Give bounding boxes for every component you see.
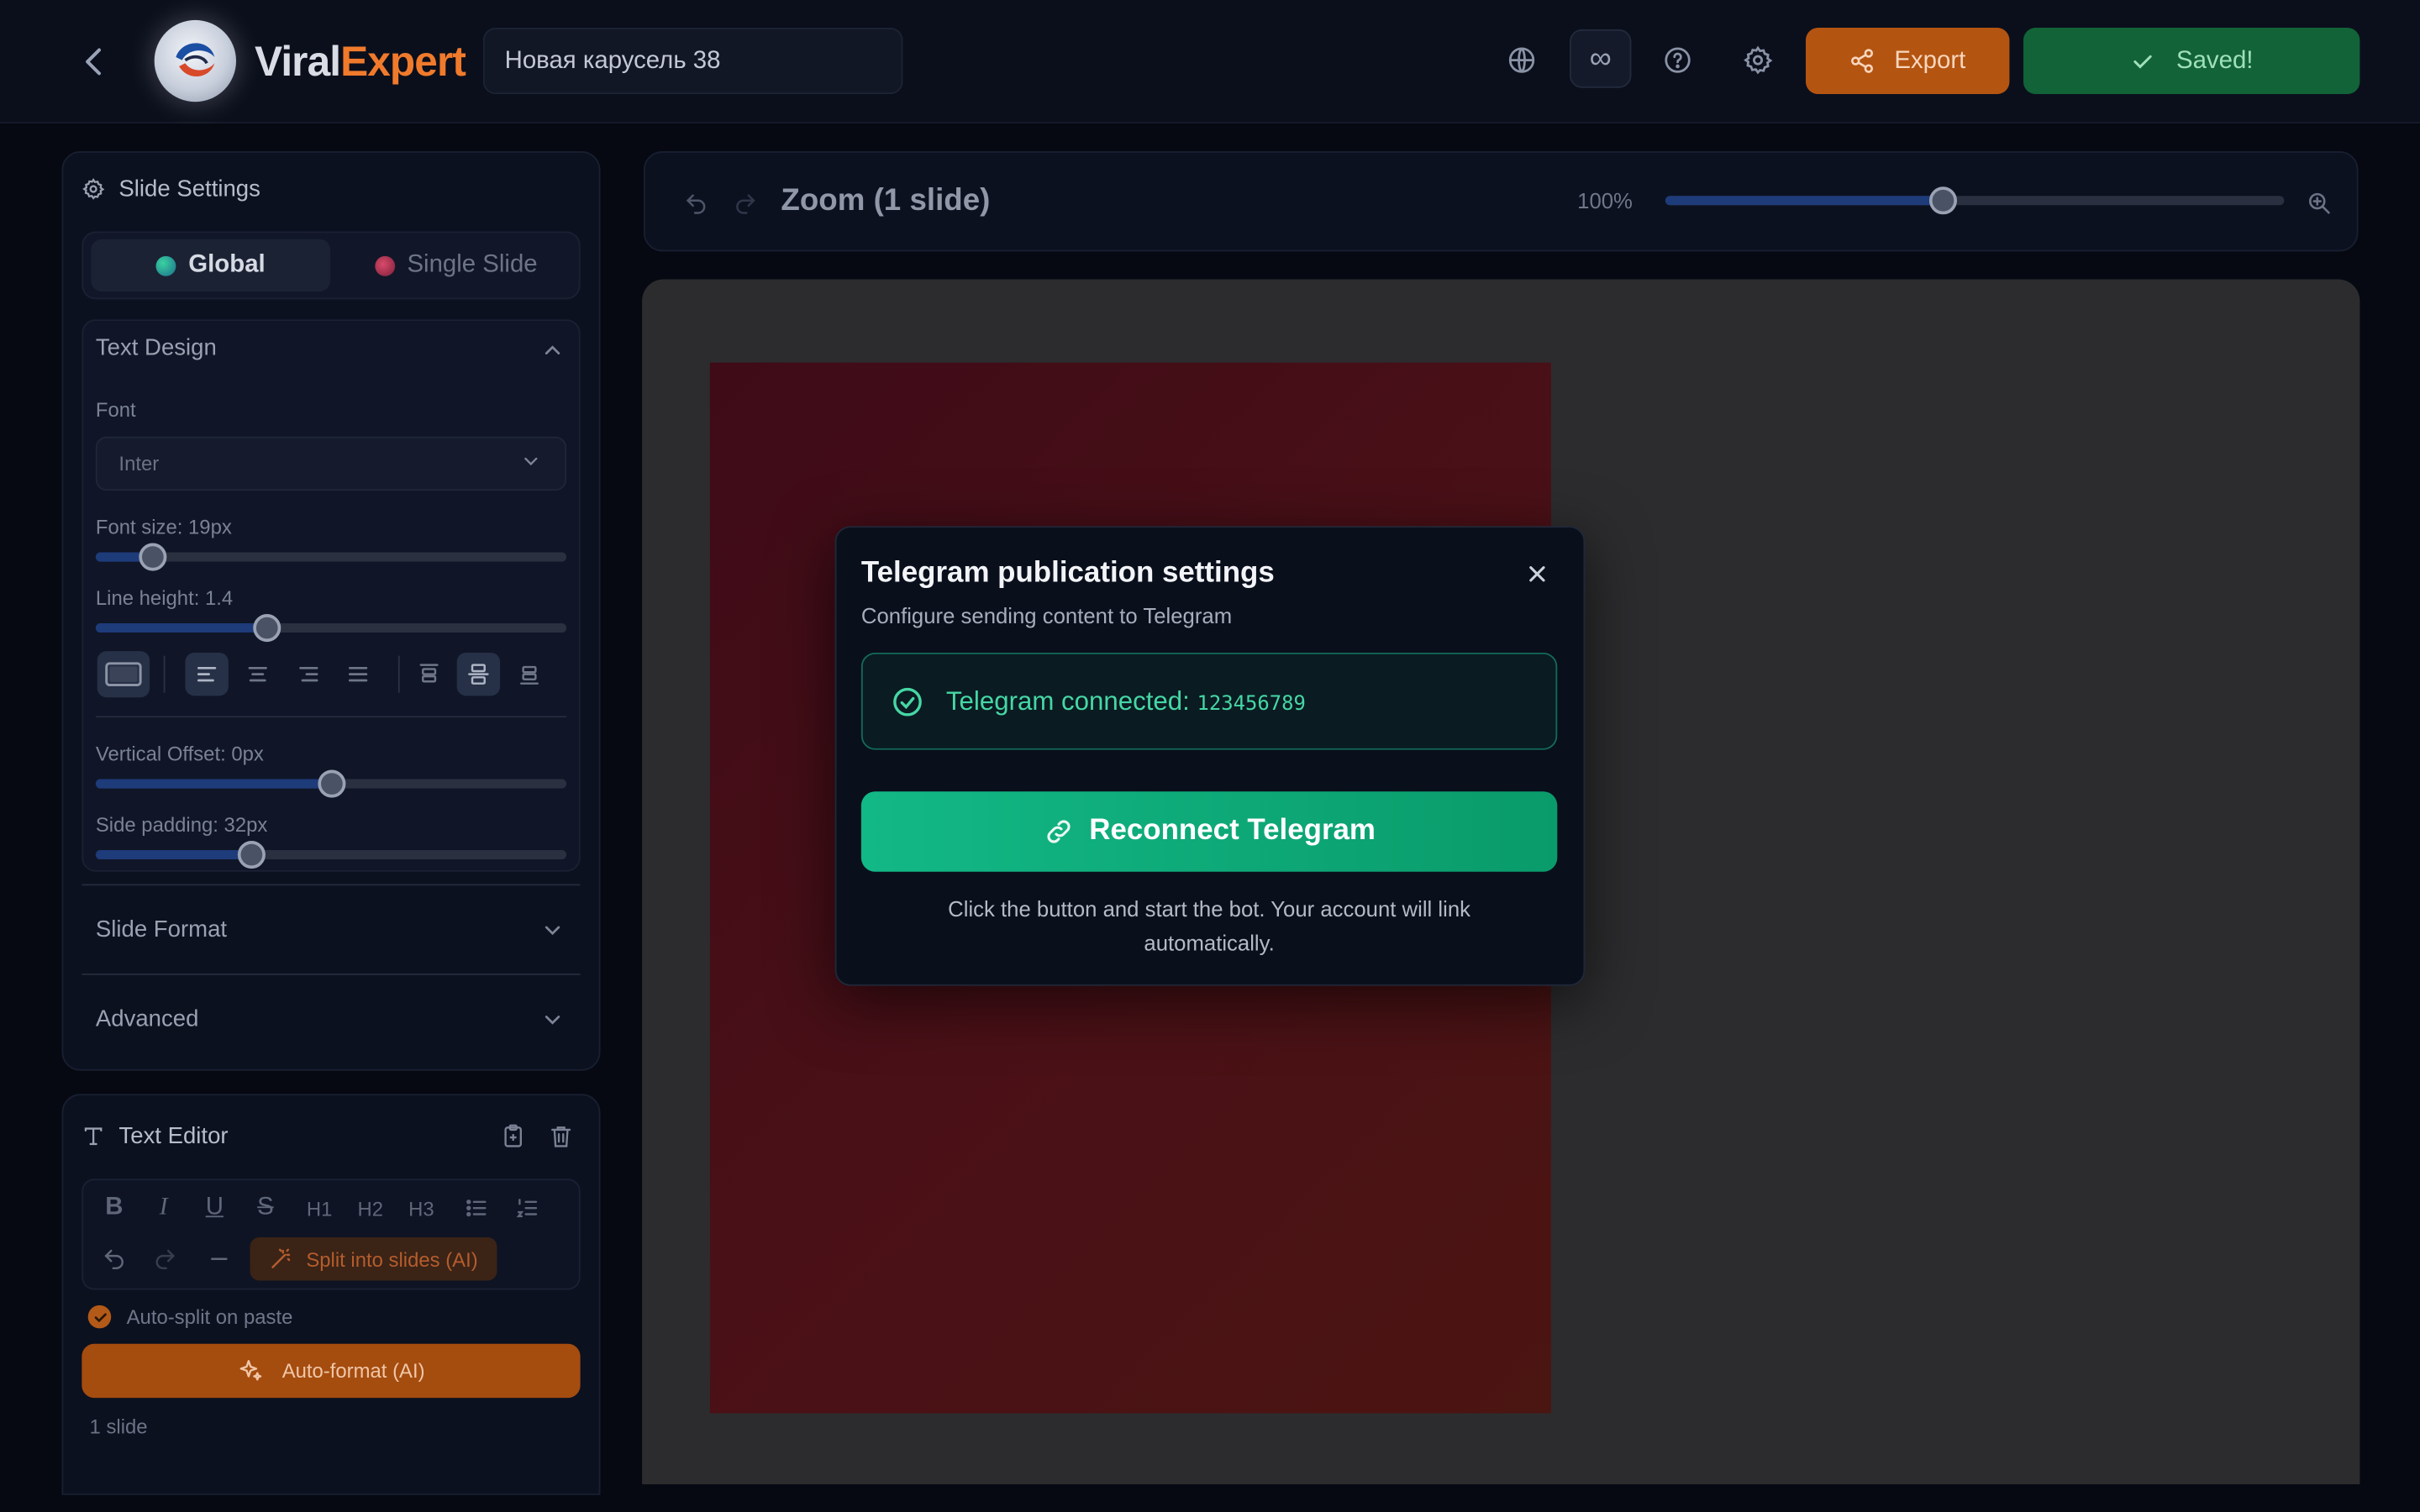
advanced-title[interactable]: Advanced [96,1006,199,1032]
globe-icon[interactable] [1500,39,1543,81]
text-editor-title: Text Editor [82,1120,229,1151]
side-padding-slider[interactable] [95,841,567,869]
reconnect-telegram-button[interactable]: Reconnect Telegram [860,791,1558,872]
numbered-list-icon[interactable] [511,1191,544,1225]
slider-thumb[interactable] [1928,186,1957,215]
vertical-offset-label: Vertical Offset: 0px [95,742,264,766]
auto-format-button[interactable]: Auto-format (AI) [82,1343,581,1399]
export-button[interactable]: Export [1805,28,2010,95]
font-size-slider[interactable] [95,543,567,571]
line-height-slider[interactable] [95,614,567,643]
side-padding-label: Side padding: 32px [95,812,268,837]
bullet-list-icon[interactable] [460,1191,493,1225]
underline-icon[interactable]: U [197,1191,231,1225]
align-right-icon[interactable] [287,653,330,696]
divider [82,884,581,886]
redo-icon[interactable] [729,186,762,220]
telegram-connected-status: Telegram connected: 123456789 [860,652,1558,750]
undo-icon[interactable] [679,186,713,220]
text-design-title[interactable]: Text Design [96,335,217,361]
heading2-icon[interactable]: H2 [354,1191,387,1225]
checkmark-icon [87,1305,112,1329]
check-icon [2133,54,2152,68]
gear-icon [82,177,105,199]
strikethrough-icon[interactable]: S [249,1191,282,1225]
connected-label: Telegram connected: 123456789 [945,685,1306,716]
tab-single-slide[interactable]: Single Slide [336,239,576,291]
connected-id: 123456789 [1197,691,1306,716]
slider-thumb[interactable] [318,769,346,798]
share-icon [1851,49,1874,73]
logo-icon [154,19,237,102]
auto-split-checkbox[interactable]: Auto-split on paste [87,1305,292,1329]
project-title-input[interactable]: Новая карусель 38 [482,28,903,95]
slider-fill [95,850,252,860]
infinity-icon: ∞ [1589,40,1612,76]
slider-fill [95,779,332,789]
zoom-title: Zoom (1 slide) [781,183,991,218]
zoom-slider[interactable] [1665,186,2285,215]
slide-count: 1 slide [89,1415,148,1438]
infinity-button[interactable]: ∞ [1569,29,1632,88]
chevron-down-icon[interactable] [540,918,565,942]
slide-settings-title: Slide Settings [82,173,260,204]
text-box-toggle[interactable] [97,651,150,698]
divider [163,655,166,693]
chevron-down-icon [520,450,544,475]
slider-thumb[interactable] [237,841,266,869]
font-select[interactable]: Inter [95,436,567,491]
bold-icon[interactable]: B [97,1191,131,1225]
slide-format-title[interactable]: Slide Format [96,916,227,942]
zoom-level: 100% [1577,188,1633,213]
line-height-label: Line height: 1.4 [95,585,234,610]
chevron-down-icon[interactable] [540,1007,565,1032]
divider [82,973,581,975]
tab-global[interactable]: Global [91,239,331,292]
heading1-icon[interactable]: H1 [302,1191,336,1225]
slider-fill [95,623,267,633]
back-arrow-icon[interactable] [74,42,114,82]
slider-thumb[interactable] [139,543,167,571]
split-into-slides-button[interactable]: Split into slides (AI) [250,1237,497,1281]
divider [95,716,567,718]
close-icon[interactable] [1522,559,1553,590]
undo-icon[interactable] [97,1242,131,1276]
paste-clipboard-icon[interactable] [496,1119,529,1152]
gear-icon[interactable] [1736,39,1779,81]
heading3-icon[interactable]: H3 [404,1191,438,1225]
redo-icon[interactable] [148,1242,182,1276]
magic-wand-icon [271,1248,291,1268]
valign-bottom-icon[interactable] [508,653,550,696]
help-icon[interactable] [1656,39,1699,81]
chevron-up-icon[interactable] [540,338,565,362]
export-label: Export [1894,47,1966,74]
slider-fill [1665,196,1944,206]
align-left-icon[interactable] [185,652,229,696]
text-t-icon [84,1126,103,1145]
italic-icon[interactable]: I [146,1191,180,1225]
saved-button[interactable]: Saved! [2023,28,2360,95]
modal-title: Telegram publication settings [860,557,1275,590]
align-center-icon[interactable] [236,653,279,696]
link-icon [1047,820,1071,843]
globe-dot-icon [155,255,176,276]
divider [397,655,400,693]
horizontal-rule-icon[interactable] [203,1242,236,1276]
modal-subtitle: Configure sending content to Telegram [860,603,1233,628]
font-label: Font [95,397,136,422]
valign-top-icon[interactable] [408,653,450,696]
align-justify-icon[interactable] [336,653,379,696]
check-circle-icon [893,686,922,716]
vertical-offset-slider[interactable] [95,769,567,798]
valign-middle-icon[interactable] [456,652,501,696]
logo-wordmark: ViralExpert [255,38,466,86]
trash-icon[interactable] [544,1119,577,1152]
sparkles-icon [239,1360,261,1381]
modal-help-text: Click the button and start the bot. Your… [948,896,1470,955]
target-dot-icon [374,255,395,276]
font-size-label: Font size: 19px [95,515,232,539]
slider-thumb[interactable] [253,614,281,643]
saved-label: Saved! [2175,47,2254,74]
zoom-in-icon[interactable] [2302,185,2335,218]
